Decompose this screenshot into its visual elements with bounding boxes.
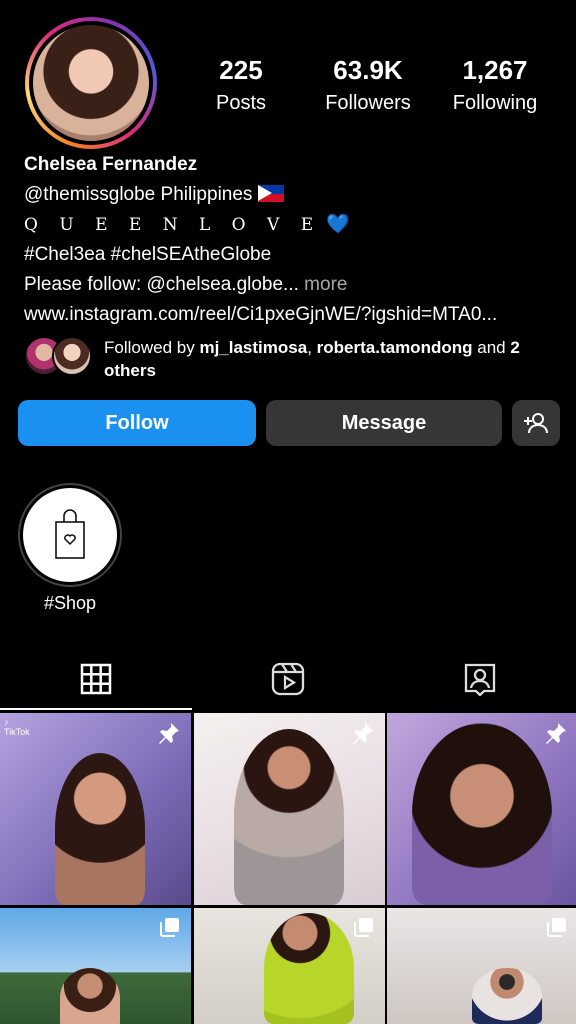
add-person-icon (524, 413, 548, 434)
grid-post[interactable] (387, 908, 576, 1024)
follow-button[interactable]: Follow (18, 400, 256, 446)
post-photo-subject (234, 729, 344, 905)
post-photo-subject (60, 968, 120, 1024)
multiple-photos-icon (354, 918, 373, 937)
bio-queen-love-text: Q U E E N L O V E (24, 215, 322, 235)
pin-icon (546, 723, 566, 744)
tab-reels[interactable] (192, 648, 384, 710)
post-photo-subject (472, 968, 542, 1024)
message-button[interactable]: Message (266, 400, 502, 446)
post-photo-subject (264, 913, 354, 1024)
post-photo-subject (55, 753, 145, 905)
bio-mention-link[interactable]: @themissglobe (24, 184, 155, 205)
profile-avatar[interactable] (25, 17, 157, 149)
followed-by-separator: , (307, 338, 312, 357)
bio-line-4: Please follow: @chelsea.globe... more (24, 270, 564, 300)
multiple-photos-icon (160, 918, 179, 937)
followed-by-user-1[interactable]: mj_lastimosa (199, 338, 307, 357)
bio-line-1: @themissglobe Philippines (24, 180, 564, 210)
tab-tagged[interactable] (384, 648, 576, 710)
suggest-people-button[interactable] (512, 400, 560, 446)
tab-posts[interactable] (0, 648, 192, 710)
following-count: 1,267 (462, 55, 528, 85)
blue-heart-icon: 💙 (326, 214, 351, 235)
following-label: Following (452, 92, 538, 114)
highlight-shop-cover (23, 488, 117, 582)
followed-by-user-2[interactable]: roberta.tamondong (317, 338, 473, 357)
grid-post[interactable] (387, 713, 576, 905)
bio-external-link[interactable]: www.instagram.com/reel/Ci1pxeGjnWE/?igsh… (24, 300, 564, 330)
followed-by-prefix: Followed by (104, 338, 195, 357)
avatar-photo (33, 25, 149, 141)
grid-post[interactable] (0, 908, 191, 1024)
followed-by-row[interactable]: Followed by mj_lastimosa, roberta.tamond… (24, 336, 564, 382)
multiple-photos-icon (547, 918, 566, 937)
active-tab-indicator (0, 708, 192, 710)
bio-please-follow-text: Please follow: @chelsea.globe... (24, 274, 299, 295)
followers-label: Followers (325, 92, 411, 114)
avatar-inner-border (29, 21, 153, 145)
grid-post[interactable] (194, 713, 385, 905)
bio-more-link[interactable]: more (304, 274, 347, 295)
pin-icon (159, 723, 179, 744)
grid-icon (80, 663, 112, 695)
posts-grid: ♪ TikTok (0, 713, 576, 1024)
post-photo-subject (412, 723, 552, 905)
followed-by-and: and (477, 338, 506, 357)
followed-by-text: Followed by mj_lastimosa, roberta.tamond… (104, 336, 564, 382)
pin-icon (353, 723, 373, 744)
posts-count: 225 (219, 55, 263, 85)
reels-icon (271, 662, 305, 696)
followers-stat[interactable]: 63.9K Followers (318, 55, 418, 115)
shopping-bag-heart-icon (55, 509, 85, 559)
posts-stat[interactable]: 225 Posts (204, 55, 278, 115)
highlight-shop[interactable] (18, 483, 122, 587)
posts-label: Posts (215, 92, 267, 114)
profile-tabs (0, 648, 576, 710)
bio-line-2: Q U E E N L O V E 💙 (24, 210, 564, 240)
tiktok-watermark: ♪ TikTok (4, 717, 30, 737)
grid-post[interactable] (194, 908, 385, 1024)
grid-post[interactable]: ♪ TikTok (0, 713, 191, 905)
bio-country-text: Philippines (160, 184, 253, 205)
philippines-flag-icon (257, 185, 284, 202)
following-stat[interactable]: 1,267 Following (446, 55, 544, 115)
profile-name: Chelsea Fernandez (24, 154, 198, 175)
profile-bio: Chelsea Fernandez @themissglobe Philippi… (24, 150, 564, 330)
tagged-person-icon (464, 663, 496, 696)
follower-avatar-2 (52, 336, 92, 376)
followers-count: 63.9K (333, 55, 403, 85)
highlight-shop-label: #Shop (43, 593, 97, 613)
bio-hashtags[interactable]: #Chel3ea #chelSEAtheGlobe (24, 240, 564, 270)
